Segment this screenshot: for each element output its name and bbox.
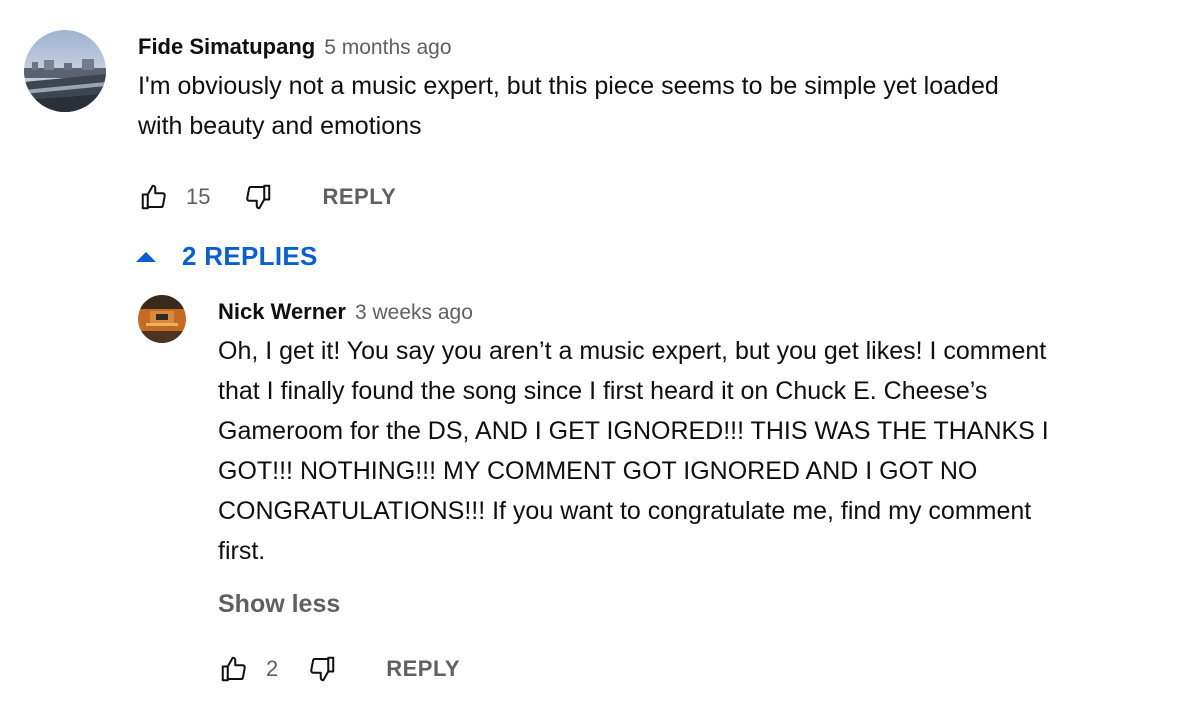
thumbs-down-icon (246, 184, 271, 210)
dislike-button[interactable] (242, 181, 274, 213)
comment-author[interactable]: Fide Simatupang (138, 34, 315, 60)
reply-button[interactable]: REPLY (322, 184, 396, 210)
like-button[interactable] (218, 653, 250, 685)
comment-time[interactable]: 5 months ago (324, 36, 451, 60)
replies-toggle[interactable]: 2 REPLIES (136, 238, 318, 274)
comment: Fide Simatupang 5 months ago I'm obvious… (24, 30, 999, 146)
thumbs-up-icon (141, 184, 166, 210)
dislike-button[interactable] (306, 653, 338, 685)
reply-body: Nick Werner 3 weeks ago Oh, I get it! Yo… (218, 299, 1049, 571)
comment-text-line: with beauty and emotions (138, 112, 422, 140)
replies-label: 2 REPLIES (182, 240, 318, 271)
reply-author[interactable]: Nick Werner (218, 299, 346, 325)
comment-text: I'm obviously not a music expert, but th… (138, 66, 999, 146)
reply-text-line: Oh, I get it! You say you aren’t a music… (218, 337, 1047, 365)
reply-text-line: CONGRATULATIONS!!! If you want to congra… (218, 497, 1032, 525)
caret-up-icon (136, 246, 158, 266)
landscape-avatar-icon (24, 30, 106, 112)
reply-header: Nick Werner 3 weeks ago (218, 299, 1049, 325)
like-count: 2 (266, 656, 279, 681)
comment-text-line: I'm obviously not a music expert, but th… (138, 72, 999, 100)
orange-avatar-icon (138, 295, 186, 343)
thumbs-up-icon (221, 656, 246, 682)
show-less-button[interactable]: Show less (218, 590, 340, 619)
comment-actions: 15 REPLY (138, 180, 396, 214)
like-count: 15 (186, 184, 211, 209)
reply-text-line: that I finally found the song since I fi… (218, 377, 988, 405)
reply-text-line: first. (218, 537, 266, 565)
like-button[interactable] (138, 181, 170, 213)
thumbs-down-icon (310, 656, 335, 682)
reply-time[interactable]: 3 weeks ago (355, 301, 473, 325)
reply-text-line: Gameroom for the DS, AND I GET IGNORED!!… (218, 417, 1049, 445)
avatar[interactable] (138, 295, 186, 343)
comment-header: Fide Simatupang 5 months ago (138, 34, 999, 60)
reply-button[interactable]: REPLY (386, 656, 460, 682)
reply-text-line: GOT!!! NOTHING!!! MY COMMENT GOT IGNORED… (218, 457, 978, 485)
reply-text: Oh, I get it! You say you aren’t a music… (218, 331, 1049, 571)
reply-actions: 2 REPLY (218, 652, 460, 686)
comment-body: Fide Simatupang 5 months ago I'm obvious… (138, 34, 999, 146)
avatar[interactable] (24, 30, 106, 112)
reply: Nick Werner 3 weeks ago Oh, I get it! Yo… (138, 295, 1049, 571)
